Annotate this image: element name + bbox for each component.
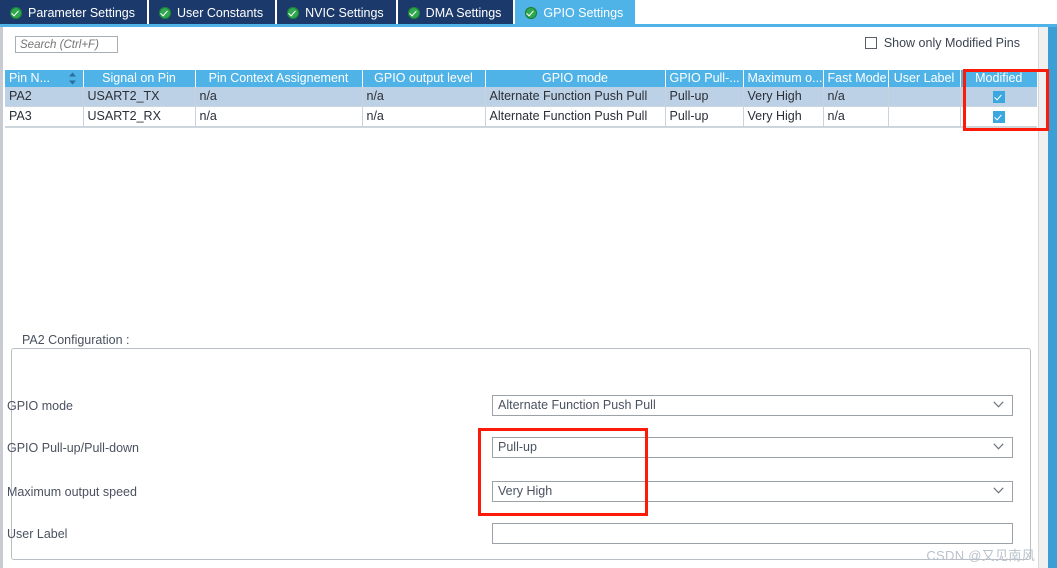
cell-signal[interactable]: USART2_RX — [83, 106, 196, 127]
sort-arrows-icon[interactable] — [68, 72, 77, 85]
column-header-pin-context-assignement[interactable]: Pin Context Assignement — [195, 70, 363, 87]
table-header-row: Pin N... Signal on Pin Pin Context Assig… — [5, 70, 1037, 87]
cell-max-speed[interactable]: Very High — [743, 87, 824, 107]
form-row-gpio-pull: GPIO Pull-up/Pull-down Pull-up — [0, 437, 1018, 459]
form-row-user-label: User Label — [0, 523, 1018, 545]
show-only-modified-pins-option[interactable]: Show only Modified Pins — [864, 36, 1020, 50]
panel-right-edge-bar[interactable] — [1048, 27, 1057, 568]
table-bottom-divider — [5, 127, 1037, 128]
cell-modified[interactable] — [960, 106, 1037, 127]
cell-pin[interactable]: PA2 — [5, 87, 84, 107]
column-header-label: Fast Mode — [827, 71, 887, 85]
modified-checkbox[interactable] — [992, 110, 1005, 123]
cell-user-label[interactable] — [888, 106, 961, 127]
check-circle-icon — [407, 7, 420, 19]
settings-tab-bar: Parameter Settings User Constants NVIC S… — [0, 0, 1057, 26]
column-header-gpio-mode[interactable]: GPIO mode — [485, 70, 666, 87]
tab-label: NVIC Settings — [305, 5, 384, 20]
column-header-label: Pin Context Assignement — [208, 71, 349, 85]
tab-gpio-settings[interactable]: GPIO Settings — [515, 0, 636, 26]
search-input[interactable] — [15, 36, 118, 53]
cell-mode[interactable]: Alternate Function Push Pull — [485, 87, 666, 107]
column-header-fast-mode[interactable]: Fast Mode — [823, 70, 889, 87]
cell-modified[interactable] — [960, 87, 1037, 107]
show-only-modified-pins-label: Show only Modified Pins — [883, 36, 1020, 50]
grid-toolbar: Show only Modified Pins — [0, 32, 1040, 56]
form-row-maximum-output-speed: Maximum output speed Very High — [0, 481, 1018, 503]
column-header-label: Pin N... — [9, 71, 50, 85]
tab-label: DMA Settings — [425, 5, 502, 20]
table-row[interactable]: PA3 USART2_RX n/a n/a Alternate Function… — [5, 106, 1037, 127]
cell-max-speed[interactable]: Very High — [743, 106, 824, 127]
cell-context[interactable]: n/a — [195, 106, 363, 127]
pin-configuration-title: PA2 Configuration : — [17, 333, 135, 347]
column-header-maximum-output-speed[interactable]: Maximum o... — [743, 70, 824, 87]
tab-label: User Constants — [177, 5, 264, 20]
tab-label: GPIO Settings — [543, 5, 624, 20]
column-header-signal-on-pin[interactable]: Signal on Pin — [83, 70, 196, 87]
check-circle-icon — [10, 7, 22, 19]
column-header-gpio-pull[interactable]: GPIO Pull-... — [665, 70, 744, 87]
user-label-label: User Label — [7, 527, 68, 541]
cell-pull[interactable]: Pull-up — [665, 87, 744, 107]
cell-output-level[interactable]: n/a — [362, 106, 486, 127]
cell-pull[interactable]: Pull-up — [665, 106, 744, 127]
gpio-pull-select[interactable]: Pull-up — [492, 437, 1013, 458]
cell-output-level[interactable]: n/a — [362, 87, 486, 107]
cell-signal[interactable]: USART2_TX — [83, 87, 196, 107]
tab-label: Parameter Settings — [28, 5, 135, 20]
cell-pin[interactable]: PA3 — [5, 106, 84, 127]
panel-right-gutter — [1038, 27, 1048, 568]
chevron-down-icon[interactable] — [993, 443, 1004, 450]
cell-fast-mode[interactable]: n/a — [823, 106, 889, 127]
column-header-label: Modified — [975, 71, 1023, 85]
tab-parameter-settings[interactable]: Parameter Settings — [0, 0, 149, 26]
table-row[interactable]: PA2 USART2_TX n/a n/a Alternate Function… — [5, 87, 1037, 107]
gpio-pull-value: Pull-up — [498, 440, 537, 454]
column-header-label: User Label — [893, 71, 955, 85]
maximum-output-speed-label: Maximum output speed — [7, 485, 137, 499]
column-header-label: Maximum o... — [747, 71, 823, 85]
column-header-label: GPIO Pull-... — [669, 71, 740, 85]
chevron-down-icon[interactable] — [993, 401, 1004, 408]
gpio-mode-label: GPIO mode — [7, 399, 73, 413]
gpio-pin-table: Pin N... Signal on Pin Pin Context Assig… — [5, 70, 1037, 127]
column-header-label: GPIO mode — [542, 71, 608, 85]
check-circle-icon — [525, 7, 538, 19]
gpio-mode-value: Alternate Function Push Pull — [498, 398, 656, 412]
column-header-gpio-output-level[interactable]: GPIO output level — [362, 70, 486, 87]
gpio-pull-label: GPIO Pull-up/Pull-down — [7, 441, 140, 455]
column-header-label: GPIO output level — [374, 71, 473, 85]
chevron-down-icon[interactable] — [993, 487, 1004, 494]
tab-user-constants[interactable]: User Constants — [149, 0, 278, 26]
column-header-user-label[interactable]: User Label — [888, 70, 961, 87]
maximum-output-speed-value: Very High — [498, 484, 553, 498]
tab-list: Parameter Settings User Constants NVIC S… — [0, 0, 636, 26]
column-header-pin-name[interactable]: Pin N... — [5, 70, 84, 87]
column-header-modified[interactable]: Modified — [960, 70, 1037, 87]
show-only-modified-pins-checkbox[interactable] — [864, 37, 877, 49]
tab-dma-settings[interactable]: DMA Settings — [397, 0, 516, 26]
cell-fast-mode[interactable]: n/a — [823, 87, 889, 107]
maximum-output-speed-select[interactable]: Very High — [492, 481, 1013, 502]
cell-context[interactable]: n/a — [195, 87, 363, 107]
check-circle-icon — [159, 7, 171, 19]
cell-user-label[interactable] — [888, 87, 961, 107]
gpio-mode-select[interactable]: Alternate Function Push Pull — [492, 395, 1013, 416]
column-header-label: Signal on Pin — [102, 71, 176, 85]
cell-mode[interactable]: Alternate Function Push Pull — [485, 106, 666, 127]
modified-checkbox[interactable] — [992, 90, 1005, 103]
watermark-text: CSDN @又见南风 — [926, 548, 1035, 563]
tab-nvic-settings[interactable]: NVIC Settings — [277, 0, 398, 26]
check-circle-icon — [287, 7, 300, 19]
form-row-gpio-mode: GPIO mode Alternate Function Push Pull — [0, 395, 1018, 417]
user-label-input[interactable] — [492, 523, 1013, 544]
